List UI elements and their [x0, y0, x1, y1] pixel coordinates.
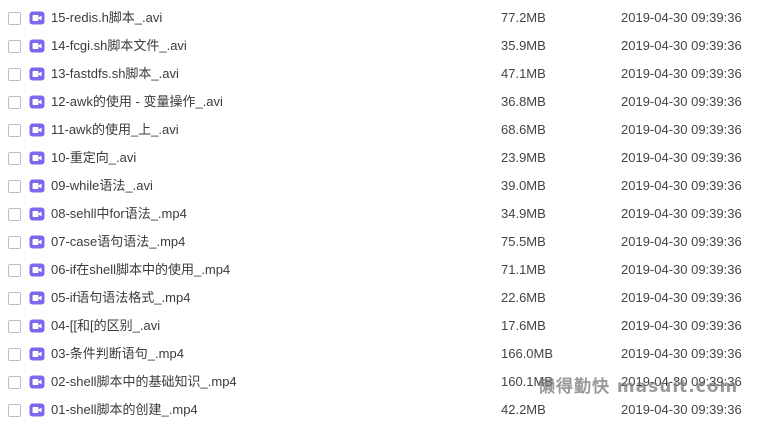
file-row[interactable]: 03-条件判断语句_.mp4 166.0MB 2019-04-30 09:39:36: [0, 340, 778, 368]
file-size: 22.6MB: [501, 290, 546, 305]
file-name[interactable]: 11-awk的使用_上_.avi: [51, 122, 179, 138]
row-checkbox[interactable]: [8, 236, 21, 249]
video-file-icon: [29, 151, 45, 165]
file-size: 36.8MB: [501, 94, 546, 109]
file-row[interactable]: 11-awk的使用_上_.avi 68.6MB 2019-04-30 09:39:3…: [0, 116, 778, 144]
file-row[interactable]: 10-重定向_.avi 23.9MB 2019-04-30 09:39:36: [0, 144, 778, 172]
file-name[interactable]: 09-while语法_.avi: [51, 178, 153, 194]
file-size: 42.2MB: [501, 402, 546, 417]
file-date: 2019-04-30 09:39:36: [621, 402, 742, 417]
video-file-icon: [29, 291, 45, 305]
file-date: 2019-04-30 09:39:36: [621, 290, 742, 305]
file-name[interactable]: 06-if在shell脚本中的使用_.mp4: [51, 262, 230, 278]
file-size: 68.6MB: [501, 122, 546, 137]
file-name[interactable]: 08-sehll中for语法_.mp4: [51, 206, 187, 222]
file-date: 2019-04-30 09:39:36: [621, 122, 742, 137]
row-checkbox[interactable]: [8, 180, 21, 193]
file-row[interactable]: 08-sehll中for语法_.mp4 34.9MB 2019-04-30 09:3…: [0, 200, 778, 228]
file-size: 71.1MB: [501, 262, 546, 277]
file-row[interactable]: 09-while语法_.avi 39.0MB 2019-04-30 09:39:36: [0, 172, 778, 200]
file-date: 2019-04-30 09:39:36: [621, 38, 742, 53]
file-size: 17.6MB: [501, 318, 546, 333]
video-file-icon: [29, 347, 45, 361]
row-checkbox[interactable]: [8, 96, 21, 109]
file-size: 35.9MB: [501, 38, 546, 53]
file-size: 34.9MB: [501, 206, 546, 221]
row-checkbox[interactable]: [8, 292, 21, 305]
row-checkbox[interactable]: [8, 152, 21, 165]
file-date: 2019-04-30 09:39:36: [621, 150, 742, 165]
row-checkbox[interactable]: [8, 68, 21, 81]
row-checkbox[interactable]: [8, 348, 21, 361]
file-size: 166.0MB: [501, 346, 554, 361]
video-file-icon: [29, 207, 45, 221]
video-file-icon: [29, 95, 45, 109]
file-row[interactable]: 04-[[和[的区别_.avi 17.6MB 2019-04-30 09:39:36: [0, 312, 778, 340]
file-row[interactable]: 13-fastdfs.sh脚本_.avi 47.1MB 2019-04-30 09:…: [0, 60, 778, 88]
file-name[interactable]: 14-fcgi.sh脚本文件_.avi: [51, 38, 187, 54]
file-size: 77.2MB: [501, 10, 546, 25]
video-file-icon: [29, 179, 45, 193]
file-row[interactable]: 12-awk的使用 - 变量操作_.avi 36.8MB 2019-04-30 09…: [0, 88, 778, 116]
file-name[interactable]: 02-shell脚本中的基础知识_.mp4: [51, 374, 237, 390]
file-row[interactable]: 06-if在shell脚本中的使用_.mp4 71.1MB 2019-04-30 0…: [0, 256, 778, 284]
row-checkbox[interactable]: [8, 124, 21, 137]
file-name[interactable]: 15-redis.h脚本_.avi: [51, 10, 162, 26]
file-date: 2019-04-30 09:39:36: [621, 346, 742, 361]
file-date: 2019-04-30 09:39:36: [621, 10, 742, 25]
file-name[interactable]: 13-fastdfs.sh脚本_.avi: [51, 66, 179, 82]
video-file-icon: [29, 319, 45, 333]
file-row[interactable]: 15-redis.h脚本_.avi 77.2MB 2019-04-30 09:39:…: [0, 4, 778, 32]
file-name[interactable]: 05-if语句语法格式_.mp4: [51, 290, 190, 306]
row-checkbox[interactable]: [8, 208, 21, 221]
file-name[interactable]: 07-case语句语法_.mp4: [51, 234, 185, 250]
file-size: 39.0MB: [501, 178, 546, 193]
file-list: 15-redis.h脚本_.avi 77.2MB 2019-04-30 09:39:…: [0, 4, 778, 424]
video-file-icon: [29, 235, 45, 249]
file-name[interactable]: 10-重定向_.avi: [51, 150, 136, 166]
row-checkbox[interactable]: [8, 12, 21, 25]
video-file-icon: [29, 67, 45, 81]
watermark: 懒得勤快 masuit.com: [538, 377, 739, 397]
file-size: 23.9MB: [501, 150, 546, 165]
file-name[interactable]: 04-[[和[的区别_.avi: [51, 318, 160, 334]
file-date: 2019-04-30 09:39:36: [621, 178, 742, 193]
file-row[interactable]: 14-fcgi.sh脚本文件_.avi 35.9MB 2019-04-30 09:3…: [0, 32, 778, 60]
row-checkbox[interactable]: [8, 376, 21, 389]
row-checkbox[interactable]: [8, 320, 21, 333]
file-date: 2019-04-30 09:39:36: [621, 262, 742, 277]
file-date: 2019-04-30 09:39:36: [621, 234, 742, 249]
file-name[interactable]: 03-条件判断语句_.mp4: [51, 346, 184, 362]
video-file-icon: [29, 403, 45, 417]
file-size: 47.1MB: [501, 66, 546, 81]
file-size: 75.5MB: [501, 234, 546, 249]
video-file-icon: [29, 11, 45, 25]
video-file-icon: [29, 39, 45, 53]
file-date: 2019-04-30 09:39:36: [621, 206, 742, 221]
video-file-icon: [29, 375, 45, 389]
file-name[interactable]: 12-awk的使用 - 变量操作_.avi: [51, 94, 223, 110]
file-row[interactable]: 05-if语句语法格式_.mp4 22.6MB 2019-04-30 09:39:3…: [0, 284, 778, 312]
video-file-icon: [29, 263, 45, 277]
row-checkbox[interactable]: [8, 40, 21, 53]
video-file-icon: [29, 123, 45, 137]
row-checkbox[interactable]: [8, 264, 21, 277]
file-name[interactable]: 01-shell脚本的创建_.mp4: [51, 402, 198, 418]
file-date: 2019-04-30 09:39:36: [621, 94, 742, 109]
file-row[interactable]: 01-shell脚本的创建_.mp4 42.2MB 2019-04-30 09:39…: [0, 396, 778, 424]
file-row[interactable]: 07-case语句语法_.mp4 75.5MB 2019-04-30 09:39:3…: [0, 228, 778, 256]
file-date: 2019-04-30 09:39:36: [621, 318, 742, 333]
row-checkbox[interactable]: [8, 404, 21, 417]
file-date: 2019-04-30 09:39:36: [621, 66, 742, 81]
